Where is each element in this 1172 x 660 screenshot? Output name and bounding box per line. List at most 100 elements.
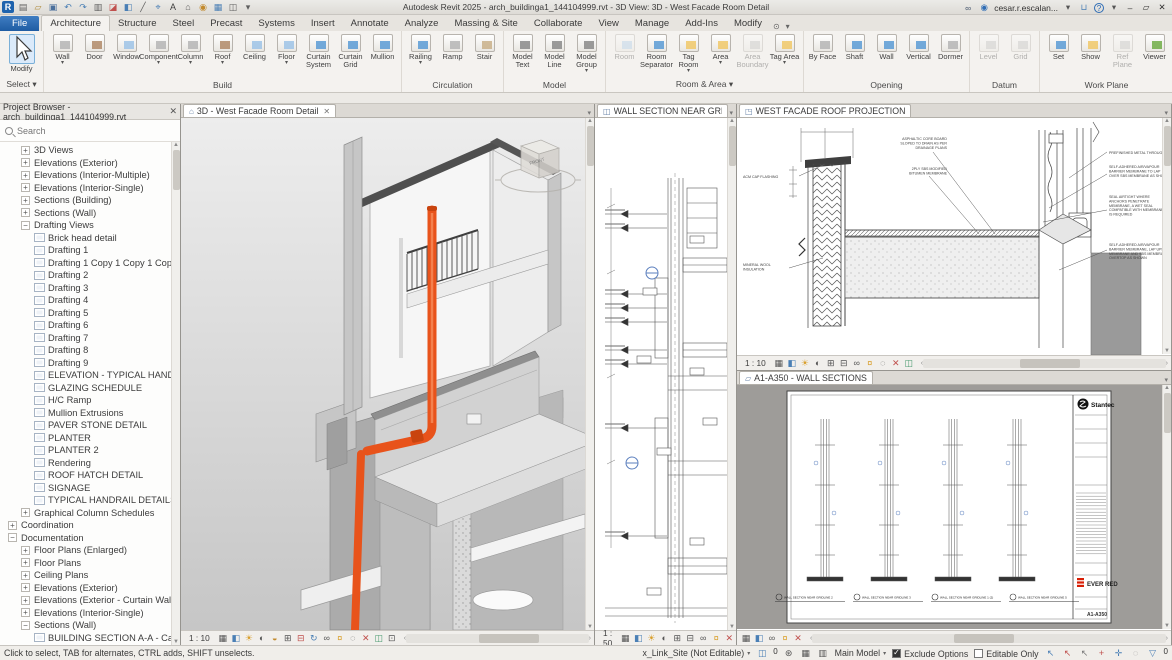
ribbon-tab-precast[interactable]: Precast bbox=[202, 16, 250, 31]
expand-icon[interactable]: + bbox=[21, 170, 30, 180]
background-processes-icon[interactable]: ◌ bbox=[1130, 647, 1142, 659]
select-pinned-icon[interactable]: ↖ bbox=[1079, 647, 1091, 659]
scale-button[interactable]: 1 : 10 bbox=[184, 632, 215, 644]
browser-tree-item[interactable]: Drafting 1 Copy 1 Copy 1 Copy 1 bbox=[0, 257, 180, 270]
open-folder-icon[interactable]: ▱ bbox=[32, 1, 44, 13]
expand-icon[interactable]: + bbox=[21, 195, 30, 205]
detail-level-icon[interactable]: ▦ bbox=[217, 632, 229, 644]
browser-tree-item[interactable]: − Sections (Wall) bbox=[0, 619, 180, 632]
constraints-icon[interactable]: ✕ bbox=[792, 632, 804, 644]
ribbon-cycle-icon[interactable]: ⊙ bbox=[770, 22, 783, 31]
browser-tree-item[interactable]: Mullion Extrusions bbox=[0, 407, 180, 420]
view-3d-tab[interactable]: ⌂ 3D - West Facade Room Detail ✕ bbox=[183, 104, 337, 117]
tool-model-group[interactable]: Model Group ▾ bbox=[571, 33, 602, 74]
temporary-hide-icon[interactable]: ∞ bbox=[697, 632, 709, 644]
browser-tree-item[interactable]: + Ceiling Plans bbox=[0, 569, 180, 582]
browser-tree-item[interactable]: Drafting 8 bbox=[0, 344, 180, 357]
browser-tree-item[interactable]: BUILDING SECTION A-A - Callout bbox=[0, 632, 180, 645]
tool-ramp[interactable]: Ramp bbox=[437, 33, 468, 61]
browser-tree-item[interactable]: Drafting 5 bbox=[0, 307, 180, 320]
expand-icon[interactable]: + bbox=[21, 145, 30, 155]
tool-curtain-system[interactable]: Curtain System bbox=[303, 33, 334, 69]
expand-icon[interactable]: + bbox=[21, 183, 30, 193]
ribbon-tab-structure[interactable]: Structure bbox=[110, 16, 165, 31]
temporary-hide-icon[interactable]: ∞ bbox=[851, 357, 863, 369]
tool-stair[interactable]: Stair bbox=[469, 33, 500, 61]
browser-tree-item[interactable]: Drafting 3 bbox=[0, 282, 180, 295]
undo-icon[interactable]: ↶ bbox=[62, 1, 74, 13]
ribbon-tab-annotate[interactable]: Annotate bbox=[343, 16, 397, 31]
minimize-button[interactable]: – bbox=[1124, 2, 1136, 14]
browser-tree-item[interactable]: + Graphical Column Schedules bbox=[0, 507, 180, 520]
tool-show[interactable]: Show bbox=[1075, 33, 1106, 61]
ribbon-tab-view[interactable]: View bbox=[590, 16, 626, 31]
tool-roof[interactable]: Roof ▾ bbox=[207, 33, 238, 66]
text-icon[interactable]: A bbox=[167, 1, 179, 13]
browser-tree-item[interactable]: ROOF HATCH DETAIL bbox=[0, 469, 180, 482]
cart-icon[interactable]: ⊔ bbox=[1078, 2, 1090, 14]
search-icon[interactable]: ∞ bbox=[962, 2, 974, 14]
browser-tree-item[interactable]: − Drafting Views bbox=[0, 219, 180, 232]
tool-set[interactable]: Set bbox=[1043, 33, 1074, 61]
detail-level-icon[interactable]: ▦ bbox=[773, 357, 785, 369]
ribbon-tab-modify[interactable]: Modify bbox=[726, 16, 770, 31]
browser-tree-item[interactable]: PAVER STONE DETAIL bbox=[0, 419, 180, 432]
browser-tree-item[interactable]: + Elevations (Exterior) bbox=[0, 157, 180, 170]
crop-region-icon[interactable]: ⊟ bbox=[684, 632, 696, 644]
browser-tree-item[interactable]: +3D Views bbox=[0, 144, 180, 157]
tool-tag-area[interactable]: Tag Area ▾ bbox=[769, 33, 800, 66]
collapse-icon[interactable]: − bbox=[8, 533, 17, 543]
worksharing-icon[interactable]: ◫ bbox=[903, 357, 915, 369]
browser-tree-item[interactable]: Drafting 2 bbox=[0, 269, 180, 282]
project-browser-header[interactable]: Project Browser - arch_buildinga1_144104… bbox=[0, 102, 180, 122]
visual-style-icon[interactable]: ◧ bbox=[632, 632, 644, 644]
view-3d-vscrollbar[interactable]: ▲ ▼ bbox=[585, 118, 594, 630]
tool-dropdown-caret[interactable]: ▾ bbox=[687, 68, 690, 74]
user-avatar-icon[interactable]: ◉ bbox=[978, 2, 990, 14]
reveal-hidden-icon[interactable]: ¤ bbox=[864, 357, 876, 369]
crop-view-icon[interactable]: ⊞ bbox=[671, 632, 683, 644]
active-workset-icon[interactable]: ◫ bbox=[756, 647, 768, 659]
file-icon[interactable]: ▤ bbox=[17, 1, 29, 13]
tool-door[interactable]: Door bbox=[79, 33, 110, 61]
browser-tree-item[interactable]: Drafting 4 bbox=[0, 294, 180, 307]
section-icon[interactable]: ◉ bbox=[197, 1, 209, 13]
shadows-icon[interactable]: ◐ bbox=[658, 632, 670, 644]
drag-on-selection-icon[interactable]: ✛ bbox=[1113, 647, 1125, 659]
measure-icon[interactable]: ◧ bbox=[122, 1, 134, 13]
exclude-options-checkbox[interactable]: Exclude Options bbox=[892, 648, 968, 659]
revit-logo[interactable]: R bbox=[2, 1, 14, 13]
tool-room-separator[interactable]: Room Separator bbox=[640, 33, 673, 69]
crop-region-icon[interactable]: ⊟ bbox=[295, 632, 307, 644]
detail-line-icon[interactable]: ⌖ bbox=[152, 1, 164, 13]
tool-floor[interactable]: Floor ▾ bbox=[271, 33, 302, 66]
temporary-hide-icon[interactable]: ∞ bbox=[321, 632, 333, 644]
browser-tree-item[interactable]: + Elevations (Exterior) bbox=[0, 582, 180, 595]
aligned-dimension-icon[interactable]: ╱ bbox=[137, 1, 149, 13]
worksharing-icon[interactable]: ◫ bbox=[373, 632, 385, 644]
help-caret[interactable]: ▾ bbox=[1108, 2, 1120, 14]
user-account-label[interactable]: cesar.r.escalan... bbox=[994, 3, 1058, 13]
visual-style-icon[interactable]: ◧ bbox=[230, 632, 242, 644]
design-options-icon[interactable]: ▦ bbox=[800, 647, 812, 659]
wall-section-tab[interactable]: ◫ WALL SECTION NEAR GRIDLINE D bbox=[597, 104, 728, 117]
browser-tree-item[interactable]: PLANTER bbox=[0, 432, 180, 445]
browser-tree-item[interactable]: + Floor Plans bbox=[0, 557, 180, 570]
tool-dropdown-caret[interactable]: ▾ bbox=[157, 60, 160, 66]
expand-icon[interactable]: + bbox=[21, 158, 30, 168]
ribbon-group-label[interactable]: Room & Area ▾ bbox=[609, 78, 800, 92]
browser-tree-item[interactable]: − Documentation bbox=[0, 532, 180, 545]
view-3d-hscrollbar[interactable]: ‹ › bbox=[404, 633, 591, 644]
expand-icon[interactable]: + bbox=[21, 545, 30, 555]
constraints-icon[interactable]: ✕ bbox=[723, 632, 735, 644]
qat-customize-icon[interactable]: ▾ bbox=[242, 1, 254, 13]
ribbon-group-label[interactable]: Select ▾ bbox=[3, 78, 40, 92]
select-by-face-icon[interactable]: + bbox=[1096, 647, 1108, 659]
ribbon-tab-massing-site[interactable]: Massing & Site bbox=[446, 16, 525, 31]
tool-railing[interactable]: Railing ▾ bbox=[405, 33, 436, 66]
browser-tree-item[interactable]: SIGNAGE bbox=[0, 482, 180, 495]
close-button[interactable]: ✕ bbox=[1156, 2, 1168, 14]
tool-dropdown-caret[interactable]: ▾ bbox=[419, 60, 422, 66]
wall-section-vscrollbar[interactable]: ▲ ▼ bbox=[727, 118, 736, 630]
roof-tab[interactable]: ◳ WEST FACADE ROOF PROJECTION bbox=[739, 104, 912, 117]
